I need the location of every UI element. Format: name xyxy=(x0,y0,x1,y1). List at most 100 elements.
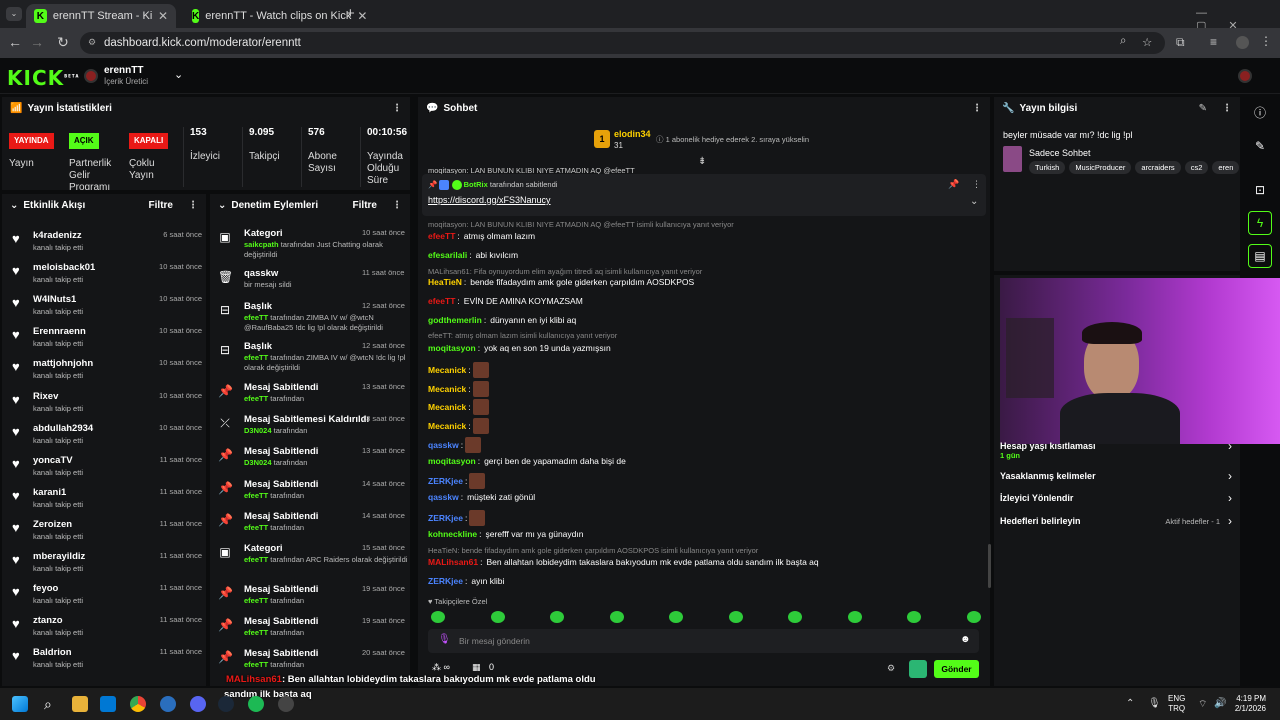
user-avatar[interactable] xyxy=(1238,69,1252,83)
follower-name[interactable]: karani1 xyxy=(33,487,66,498)
activity-filter-button[interactable]: Filtre xyxy=(149,200,173,211)
chat-message[interactable]: efeeTT: atmış olmam lazım xyxy=(428,231,535,241)
scroll-down-icon[interactable]: ⇟ xyxy=(698,156,706,167)
mod-user[interactable]: efeeTT xyxy=(244,660,268,669)
chat-message[interactable]: MALihsan61: Ben allahtan lobideydim takas… xyxy=(428,557,819,567)
mod-user[interactable]: efeeTT xyxy=(244,491,268,500)
steam-icon[interactable] xyxy=(218,696,234,712)
activity-item[interactable]: ♥ k4radenizz kanalı takip etti 6 saat önce xyxy=(12,228,202,258)
focus-icon[interactable]: ⊡ xyxy=(1248,178,1272,202)
quick-emote-icon[interactable] xyxy=(907,611,921,623)
activity-item[interactable]: ♥ abdullah2934 kanalı takip etti 10 saat ön… xyxy=(12,421,202,451)
pencil-icon[interactable]: ✎ xyxy=(1248,134,1272,158)
tag-chip[interactable]: eren xyxy=(1212,161,1240,174)
follower-name[interactable]: yoncaTV xyxy=(33,455,73,466)
activity-more-icon[interactable]: ⋮ xyxy=(188,200,198,211)
chat-username[interactable]: ZERKjee xyxy=(428,513,463,523)
quick-emote-icon[interactable] xyxy=(788,611,802,623)
channel-switch-chevron-icon[interactable]: ⌄ xyxy=(174,68,183,81)
chat-username[interactable]: HeaTieN xyxy=(428,277,462,287)
chat-username[interactable]: kohneckline xyxy=(428,529,477,539)
profile-avatar[interactable] xyxy=(1236,36,1249,49)
chat-username[interactable]: godthemerlin xyxy=(428,315,482,325)
discord-icon[interactable] xyxy=(190,696,206,712)
quick-emote-icon[interactable] xyxy=(431,611,445,623)
pinned-link[interactable]: https://discord.gg/xFS3Nanucy xyxy=(428,195,551,205)
follower-name[interactable]: mberayildiz xyxy=(33,551,85,562)
search-icon[interactable]: ⌕ xyxy=(44,696,60,712)
tag-chip[interactable]: arcraiders xyxy=(1135,161,1181,174)
chat-message[interactable]: moqitasyon: gerçi ben de yapamadım daha b… xyxy=(428,456,626,466)
quick-emote-icon[interactable] xyxy=(847,611,862,623)
chat-username[interactable]: ZERKjee xyxy=(428,576,463,586)
chat-message[interactable]: ZERKjee: xyxy=(428,473,489,489)
chat-message[interactable]: kohneckline: şerefff var mı ya günaydın xyxy=(428,529,583,539)
activity-item[interactable]: ♥ Zeroizen kanalı takip etti 11 saat önce xyxy=(12,517,202,547)
mod-user[interactable]: efeeTT xyxy=(244,628,268,637)
lightning-icon[interactable]: ϟ xyxy=(1248,211,1272,235)
volume-icon[interactable]: 🔊 xyxy=(1214,698,1226,709)
chat-message[interactable]: efeeTT: EVİN DE AMINA KOYMAZSAM xyxy=(428,296,583,306)
mod-user[interactable]: D3N024 xyxy=(244,458,272,467)
mic-icon[interactable]: 🎙 xyxy=(438,634,451,645)
activity-item[interactable]: ♥ yoncaTV kanalı takip etti 11 saat önce xyxy=(12,453,202,483)
activity-item[interactable]: ♥ W4lNuts1 kanalı takip etti 10 saat önce xyxy=(12,292,202,322)
info-circle-icon[interactable]: ⓘ xyxy=(1248,100,1272,124)
chat-message[interactable]: Mecanick: xyxy=(428,418,493,434)
chat-username[interactable]: Mecanick xyxy=(428,421,466,431)
close-tab-icon[interactable]: ✕ xyxy=(357,9,367,23)
chat-message[interactable]: godthemerlin: dünyanın en iyi klibi aq xyxy=(428,315,576,325)
chat-more-icon[interactable]: ⋮ xyxy=(972,103,982,114)
forward-icon[interactable]: → xyxy=(24,34,50,50)
pinned-expand-chevron-icon[interactable]: ⌄ xyxy=(970,196,978,207)
obs-icon[interactable] xyxy=(278,696,294,712)
clock[interactable]: 4:19 PM 2/1/2026 xyxy=(1234,694,1266,714)
chat-message[interactable]: qasskw: xyxy=(428,437,485,453)
tag-chip[interactable]: MusicProducer xyxy=(1069,161,1132,174)
chat-username[interactable]: Mecanick xyxy=(428,384,466,394)
quick-emote-icon[interactable] xyxy=(728,611,743,623)
tab-dashboard[interactable]: K erennTT Stream - Kick Dashboar ✕ xyxy=(26,4,176,28)
setting-row[interactable]: Yasaklanmış kelimeler › xyxy=(1000,469,1234,487)
emote-picker-icon[interactable]: ☻ xyxy=(960,634,971,645)
language-indicator[interactable]: ENG TRQ xyxy=(1168,694,1185,714)
chevron-down-icon[interactable]: ⌄ xyxy=(10,200,18,211)
follower-name[interactable]: Rixev xyxy=(33,391,58,402)
pin-icon[interactable]: 📌 xyxy=(948,179,959,190)
app-icon[interactable] xyxy=(160,696,176,712)
activity-item[interactable]: ♥ Baldrion kanalı takip etti 11 saat önce xyxy=(12,645,202,675)
mod-user[interactable]: efeeTT xyxy=(244,353,268,362)
file-explorer-icon[interactable] xyxy=(72,696,88,712)
chat-username[interactable]: ZERKjee xyxy=(428,476,463,486)
chat-username[interactable]: moqitasyon xyxy=(428,456,476,466)
stats-more-icon[interactable]: ⋮ xyxy=(392,103,402,114)
extensions-icon[interactable]: ⧉ xyxy=(1176,35,1185,50)
chat-message[interactable]: efesarilali: abi kıvılcım xyxy=(428,250,518,260)
activity-item[interactable]: ♥ Rixev kanalı takip etti 10 saat önce xyxy=(12,389,202,419)
mod-more-icon[interactable]: ⋮ xyxy=(392,200,402,211)
kick-bot-icon[interactable] xyxy=(909,660,927,678)
bookmark-star-icon[interactable]: ☆ xyxy=(1142,35,1152,49)
channel-points[interactable]: ⁂ ∞ xyxy=(432,662,450,673)
chat-username[interactable]: qasskw xyxy=(428,492,459,502)
chat-message[interactable]: ZERKjee: xyxy=(428,510,489,526)
chat-settings-icon[interactable]: ⚙ xyxy=(887,663,895,674)
mod-user[interactable]: efeeTT xyxy=(244,555,268,564)
mic-tray-icon[interactable]: 🎙 xyxy=(1148,698,1161,709)
shop[interactable]: ▦ 0 xyxy=(472,662,494,673)
mod-user[interactable]: efeeTT xyxy=(244,313,268,322)
chat-username[interactable]: efesarilali xyxy=(428,250,467,260)
chat-username[interactable]: efeeTT xyxy=(428,296,455,306)
chat-message[interactable]: moqitasyon: yok aq en son 19 unda yazmışs… xyxy=(428,343,611,353)
activity-item[interactable]: ♥ feyoo kanalı takip etti 11 saat önce xyxy=(12,581,202,611)
follower-name[interactable]: mattjohnjohn xyxy=(33,358,93,369)
pinned-more-icon[interactable]: ⋮ xyxy=(972,179,981,190)
quick-emote-icon[interactable] xyxy=(966,611,981,623)
activity-item[interactable]: ♥ Erennraenn kanalı takip etti 10 saat önce xyxy=(12,324,202,354)
chat-message[interactable]: Mecanick: xyxy=(428,381,493,397)
mod-user[interactable]: efeeTT xyxy=(244,523,268,532)
spotify-icon[interactable] xyxy=(248,696,264,712)
close-tab-icon[interactable]: ✕ xyxy=(158,9,168,23)
chat-scrollbar[interactable] xyxy=(988,544,991,588)
tab-clips[interactable]: K erennTT - Watch clips on Kick ✕ xyxy=(184,4,367,28)
